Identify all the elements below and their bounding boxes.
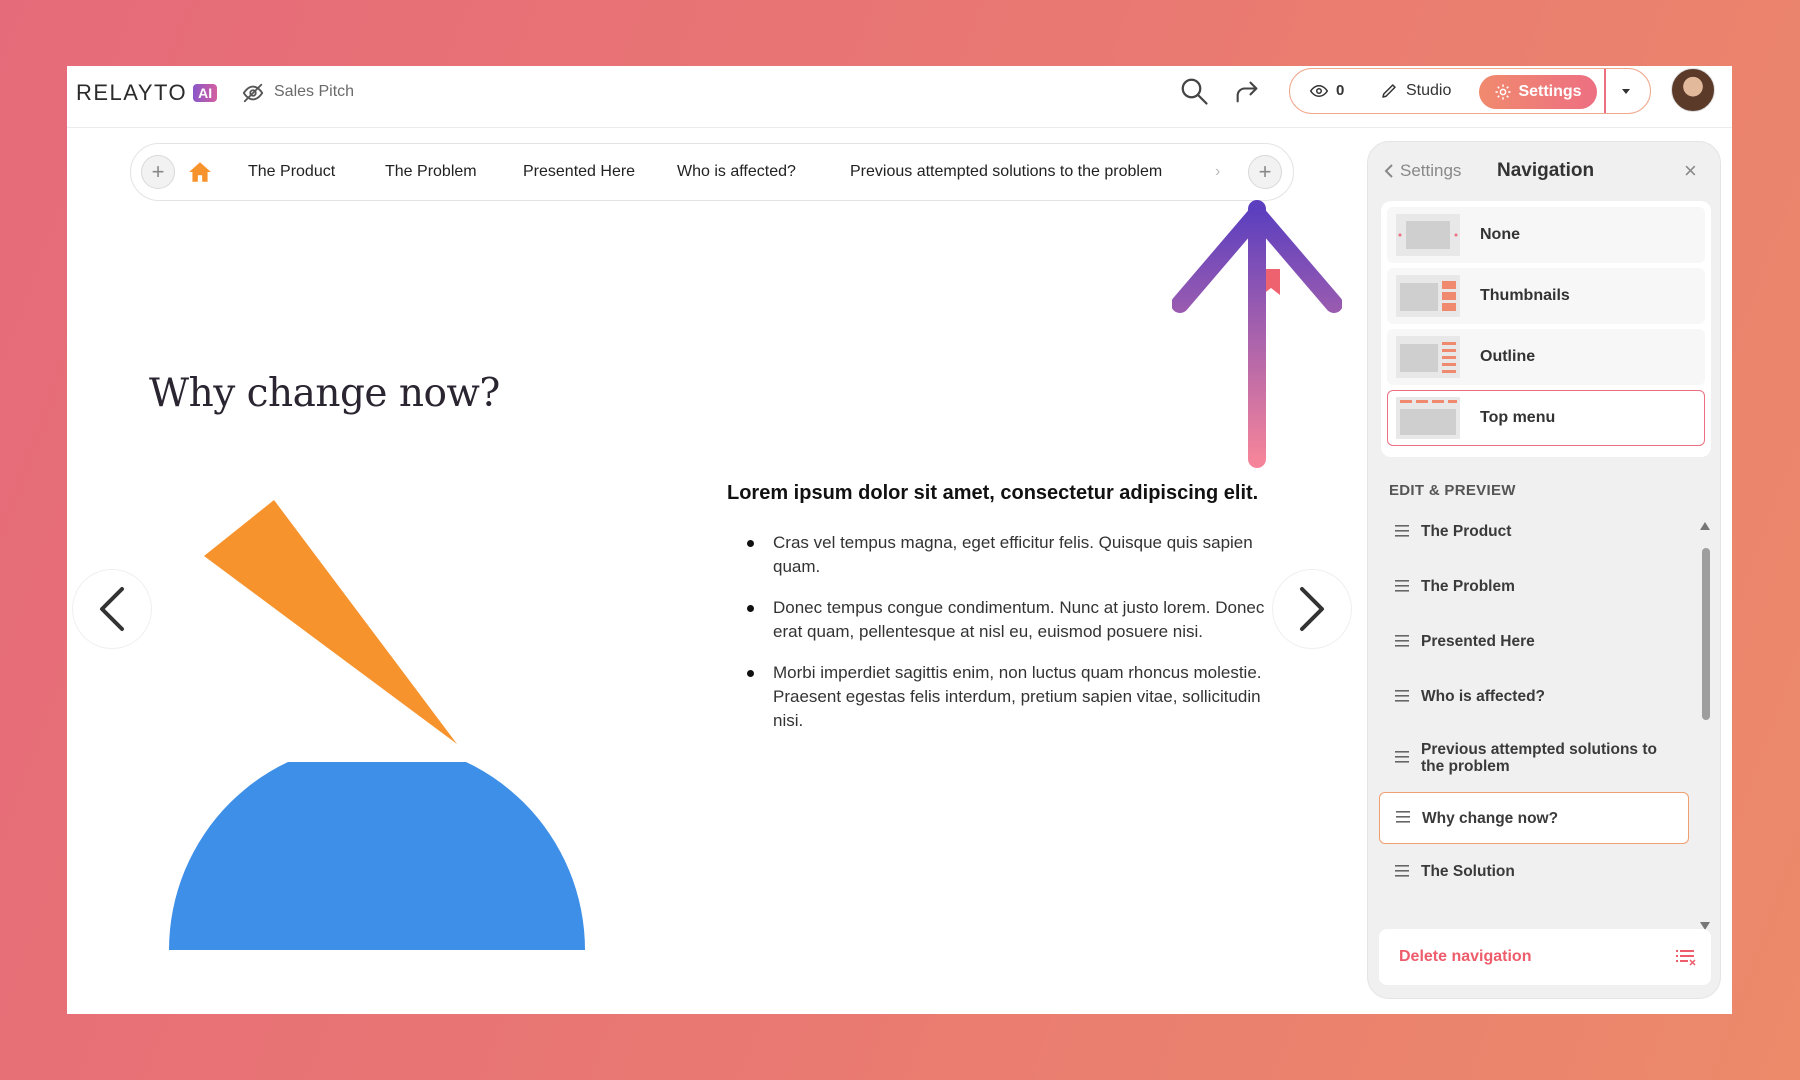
settings-label: Settings xyxy=(1518,83,1582,100)
top-menu-navigation: + The Product The Problem Presented Here… xyxy=(130,143,1294,201)
option-none[interactable]: None xyxy=(1387,207,1705,263)
delete-list-icon xyxy=(1676,950,1696,966)
chevron-right-icon[interactable]: › xyxy=(1215,163,1220,181)
logo-text: RELAYTO xyxy=(76,80,188,105)
topnav-item[interactable]: Presented Here xyxy=(523,163,635,181)
drag-handle-icon[interactable] xyxy=(1395,864,1409,877)
drag-handle-icon[interactable] xyxy=(1395,579,1409,592)
drag-handle-icon[interactable] xyxy=(1395,751,1409,763)
close-icon[interactable]: × xyxy=(1684,158,1697,184)
navigation-item-list: The Product The Problem Presented Here W… xyxy=(1379,504,1689,899)
topnav-item[interactable]: Previous attempted solutions to the prob… xyxy=(850,163,1162,181)
delete-navigation-button[interactable]: Delete navigation xyxy=(1379,929,1711,985)
option-label: Thumbnails xyxy=(1480,287,1570,304)
drag-handle-icon[interactable] xyxy=(1395,524,1409,537)
drag-handle-icon[interactable] xyxy=(1395,689,1409,702)
next-slide-button[interactable] xyxy=(1272,569,1352,649)
navigation-settings-panel: Settings Navigation × None Thumbnails Ou… xyxy=(1367,141,1721,999)
list-item-label: The Product xyxy=(1421,523,1512,540)
topnav-item[interactable]: The Problem xyxy=(385,163,477,181)
option-label: None xyxy=(1480,226,1520,243)
section-label: EDIT & PREVIEW xyxy=(1389,482,1516,499)
option-label: Top menu xyxy=(1480,409,1556,426)
gear-icon xyxy=(1495,84,1511,100)
list-item-label: Previous attempted solutions to the prob… xyxy=(1421,741,1657,775)
home-icon[interactable] xyxy=(187,159,213,185)
document-name[interactable]: Sales Pitch xyxy=(274,83,354,101)
eye-slash-icon[interactable] xyxy=(242,82,264,104)
back-label: Settings xyxy=(1400,161,1462,180)
pencil-icon xyxy=(1382,84,1396,98)
list-item[interactable]: Who is affected? xyxy=(1379,669,1689,724)
top-menu-thumbnail-icon xyxy=(1396,397,1460,439)
option-top-menu[interactable]: Top menu xyxy=(1387,390,1705,446)
share-icon[interactable] xyxy=(1233,78,1261,106)
orange-triangle-shape xyxy=(204,500,457,744)
bullet-item: Morbi imperdiet sagittis enim, non luctu… xyxy=(747,661,1267,733)
chevron-left-icon xyxy=(1384,164,1393,178)
none-thumbnail-icon xyxy=(1396,214,1460,256)
list-item[interactable]: Previous attempted solutions to the prob… xyxy=(1379,724,1689,792)
bullet-list: Cras vel tempus magna, eget efficitur fe… xyxy=(747,531,1267,750)
add-right-icon[interactable]: + xyxy=(1248,155,1282,189)
previous-slide-button[interactable] xyxy=(72,569,152,649)
settings-button[interactable]: Settings xyxy=(1479,75,1597,109)
drag-handle-icon[interactable] xyxy=(1395,634,1409,647)
studio-button[interactable]: Studio xyxy=(1380,82,1451,100)
annotation-arrow-icon xyxy=(1172,200,1342,468)
bullet-item: Cras vel tempus magna, eget efficitur fe… xyxy=(747,531,1267,579)
caret-down-icon[interactable] xyxy=(1621,86,1631,96)
chevron-left-icon xyxy=(100,587,124,631)
topnav-item[interactable]: The Product xyxy=(248,163,335,181)
action-group: 0 Studio Settings xyxy=(1289,68,1651,114)
drag-handle-icon[interactable] xyxy=(1396,811,1410,823)
app-window: RELAYTO AI Sales Pitch 0 Studio Settings xyxy=(67,66,1732,1014)
option-label: Outline xyxy=(1480,348,1536,365)
slide-heading: Lorem ipsum dolor sit amet, consectetur … xyxy=(727,482,1259,504)
list-item-label: The Problem xyxy=(1421,578,1515,595)
list-item[interactable]: The Solution xyxy=(1379,844,1689,899)
search-icon[interactable] xyxy=(1179,76,1209,106)
list-item-label: Presented Here xyxy=(1421,633,1535,650)
topnav-item[interactable]: Who is affected? xyxy=(677,163,796,181)
group-divider xyxy=(1604,69,1606,113)
bullet-item: Donec tempus congue condimentum. Nunc at… xyxy=(747,596,1267,644)
back-to-settings-button[interactable]: Settings xyxy=(1384,161,1461,181)
delete-label: Delete navigation xyxy=(1399,948,1532,965)
navigation-type-options: None Thumbnails Outline Top menu xyxy=(1381,201,1711,457)
scrollbar-thumb[interactable] xyxy=(1702,548,1710,720)
option-thumbnails[interactable]: Thumbnails xyxy=(1387,268,1705,324)
list-item-label: The Solution xyxy=(1421,863,1515,880)
option-outline[interactable]: Outline xyxy=(1387,329,1705,385)
list-item-label: Why change now? xyxy=(1422,809,1559,827)
panel-title: Navigation xyxy=(1497,160,1595,181)
list-item[interactable]: The Problem xyxy=(1379,559,1689,614)
blue-semicircle-shape xyxy=(169,762,585,950)
eye-icon xyxy=(1310,84,1328,97)
outline-thumbnail-icon xyxy=(1396,336,1460,378)
top-header: RELAYTO AI Sales Pitch 0 Studio Settings xyxy=(67,66,1732,128)
thumbnails-thumbnail-icon xyxy=(1396,275,1460,317)
view-counter[interactable]: 0 xyxy=(1310,82,1344,99)
scroll-up-icon[interactable] xyxy=(1700,522,1710,530)
slide-title: Why change now? xyxy=(149,371,500,416)
relayto-logo[interactable]: RELAYTO AI xyxy=(76,80,218,106)
list-item[interactable]: The Product xyxy=(1379,504,1689,559)
list-item-active[interactable]: Why change now? xyxy=(1379,792,1689,844)
studio-label: Studio xyxy=(1406,82,1452,99)
ai-badge: AI xyxy=(193,84,218,102)
chevron-right-icon xyxy=(1300,587,1324,631)
add-left-icon[interactable]: + xyxy=(141,155,175,189)
user-avatar[interactable] xyxy=(1671,68,1715,112)
list-item[interactable]: Presented Here xyxy=(1379,614,1689,669)
list-item-label: Who is affected? xyxy=(1421,688,1546,705)
view-count: 0 xyxy=(1336,82,1345,99)
